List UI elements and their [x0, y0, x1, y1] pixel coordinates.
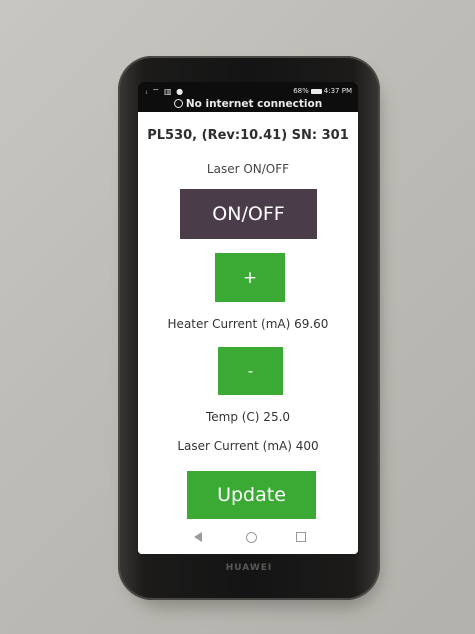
clock: 4:37 PM — [323, 87, 352, 95]
no-internet-text: No internet connection — [185, 98, 323, 110]
onoff-button[interactable]: ON/OFF — [180, 189, 317, 239]
heater-current-readout: Heater Current (mA) 69.60 — [167, 317, 329, 331]
decrease-button[interactable]: - — [218, 347, 283, 395]
laser-current-readout: Laser Current (mA) 400 — [177, 439, 319, 453]
recents-icon[interactable] — [296, 532, 306, 542]
battery-percent: 68% — [293, 87, 309, 95]
laser-onoff-label: Laser ON/OFF — [206, 162, 290, 176]
battery-time: 68% 4:37 PM — [293, 87, 352, 95]
battery-icon — [310, 88, 322, 94]
brand-logo: HUAWEI — [225, 563, 273, 573]
status-bar: ᵢ ⌔ ▥ ● 68% 4:37 PM No internet connectio… — [138, 82, 358, 112]
no-internet-banner: No internet connection — [138, 98, 358, 110]
device-title: PL530, (Rev:10.41) SN: 301 — [147, 128, 349, 143]
signal-icons: ᵢ ⌔ ▥ ● — [146, 87, 185, 96]
back-icon[interactable] — [194, 532, 202, 542]
update-button[interactable]: Update — [187, 471, 316, 519]
home-icon[interactable] — [246, 532, 257, 543]
increase-button[interactable]: + — [215, 253, 285, 302]
temperature-readout: Temp (C) 25.0 — [205, 410, 291, 424]
nav-bar — [138, 524, 358, 554]
globe-icon — [173, 99, 183, 108]
phone-screen: ᵢ ⌔ ▥ ● 68% 4:37 PM No internet connectio… — [138, 82, 358, 554]
